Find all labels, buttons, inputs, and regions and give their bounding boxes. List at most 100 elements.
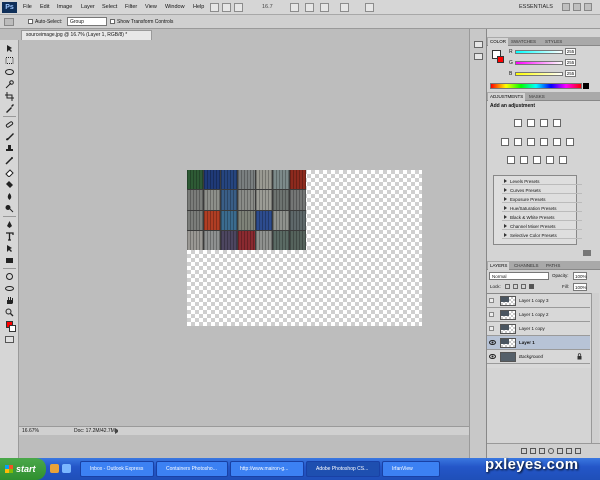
menu-file[interactable]: File <box>23 4 32 10</box>
layer-row-selected[interactable]: Layer 1 <box>487 336 590 350</box>
color-spectrum-bar[interactable] <box>490 83 582 89</box>
workspace-switcher[interactable]: ESSENTIALS <box>519 4 553 10</box>
levels-icon[interactable] <box>527 119 535 127</box>
auto-select-dropdown[interactable]: Group <box>67 17 107 26</box>
show-transform-checkbox[interactable] <box>110 19 115 24</box>
close-icon[interactable] <box>584 3 592 11</box>
black-white-icon[interactable] <box>540 138 548 146</box>
lock-pixels-icon[interactable] <box>513 284 518 289</box>
background-color-swatch[interactable] <box>9 325 16 332</box>
menu-image[interactable]: Image <box>57 4 72 10</box>
tab-adjustments[interactable]: ADJUSTMENTS <box>488 93 526 101</box>
tab-layers[interactable]: LAYERS <box>488 262 510 270</box>
quick-selection-tool-icon[interactable] <box>4 80 15 89</box>
3d-rotate-tool-icon[interactable] <box>4 272 15 281</box>
eraser-tool-icon[interactable] <box>4 168 15 177</box>
3d-orbit-tool-icon[interactable] <box>4 284 15 293</box>
status-arrow-icon[interactable] <box>115 428 119 434</box>
bridge-icon[interactable] <box>210 3 219 12</box>
add-mask-icon[interactable] <box>539 448 545 454</box>
layer-row[interactable]: Background <box>487 350 590 364</box>
minimize-icon[interactable] <box>562 3 570 11</box>
menu-edit[interactable]: Edit <box>40 4 49 10</box>
taskbar-item-browser[interactable]: http://www.mairon-g... <box>230 461 304 477</box>
menu-window[interactable]: Window <box>165 4 185 10</box>
threshold-icon[interactable] <box>533 156 541 164</box>
visibility-toggle[interactable] <box>489 326 494 331</box>
canvas-area[interactable] <box>19 40 469 426</box>
delete-layer-icon[interactable] <box>575 448 581 454</box>
taskbar-item-outlook[interactable]: Inbox - Outlook Express <box>80 461 154 477</box>
new-layer-icon[interactable] <box>566 448 572 454</box>
blue-channel-slider[interactable] <box>515 72 563 76</box>
taskbar-item-containers[interactable]: Containers Photosho... <box>156 461 228 477</box>
color-panel-bg-swatch[interactable] <box>497 56 504 63</box>
hue-saturation-icon[interactable] <box>514 138 522 146</box>
blue-channel-value[interactable]: 255 <box>565 70 576 77</box>
document-tab[interactable]: sourceimage.jpg @ 16.7% (Layer 1, RGB/8)… <box>21 30 152 40</box>
quick-launch-browser-icon[interactable] <box>50 464 59 473</box>
zoom-level[interactable]: 16.7 <box>262 4 273 10</box>
vibrance-icon[interactable] <box>501 138 509 146</box>
preset-item[interactable]: Channel Mixer Presets <box>502 223 582 230</box>
eyedropper-tool-icon[interactable] <box>4 104 15 113</box>
eye-icon[interactable] <box>489 354 496 359</box>
maximize-icon[interactable] <box>573 3 581 11</box>
red-channel-slider[interactable] <box>515 50 563 54</box>
visibility-toggle[interactable] <box>489 298 494 303</box>
tab-paths[interactable]: PATHS <box>544 262 562 270</box>
preset-item[interactable]: Exposure Presets <box>502 196 582 203</box>
document-canvas[interactable] <box>187 170 422 326</box>
tab-channels[interactable]: CHANNELS <box>512 262 541 270</box>
selective-color-icon[interactable] <box>559 156 567 164</box>
red-channel-value[interactable]: 255 <box>565 48 576 55</box>
fill-field[interactable]: 100% <box>573 283 587 291</box>
healing-brush-tool-icon[interactable] <box>4 120 15 129</box>
menu-filter[interactable]: Filter <box>125 4 137 10</box>
history-panel-icon[interactable] <box>474 41 483 48</box>
screen-mode-icon[interactable] <box>365 3 374 12</box>
invert-icon[interactable] <box>507 156 515 164</box>
path-selection-tool-icon[interactable] <box>4 244 15 253</box>
status-zoom[interactable]: 16.67% <box>22 427 39 435</box>
taskbar-item-irfanview[interactable]: IrfanView <box>382 461 440 477</box>
brush-tool-icon[interactable] <box>4 132 15 141</box>
rectangle-tool-icon[interactable] <box>4 256 15 265</box>
layers-scrollbar[interactable] <box>591 293 599 443</box>
eye-icon[interactable] <box>489 340 496 345</box>
layer-row[interactable]: Layer 1 copy 3 <box>487 294 590 308</box>
posterize-icon[interactable] <box>520 156 528 164</box>
preset-item[interactable]: Selective Color Presets <box>502 232 582 239</box>
menu-select[interactable]: Select <box>102 4 117 10</box>
gradient-map-icon[interactable] <box>546 156 554 164</box>
layer-style-icon[interactable] <box>530 448 536 454</box>
quick-mask-icon[interactable] <box>5 336 14 343</box>
adjustment-footer-icon[interactable] <box>583 250 591 256</box>
green-channel-value[interactable]: 255 <box>565 59 576 66</box>
menu-help[interactable]: Help <box>193 4 204 10</box>
lock-transparency-icon[interactable] <box>505 284 510 289</box>
auto-select-checkbox[interactable] <box>28 19 33 24</box>
zoom-icon[interactable] <box>305 3 314 12</box>
tab-masks[interactable]: MASKS <box>527 93 547 101</box>
color-balance-icon[interactable] <box>527 138 535 146</box>
new-adjustment-layer-icon[interactable] <box>548 448 554 454</box>
brightness-contrast-icon[interactable] <box>514 119 522 127</box>
lasso-tool-icon[interactable] <box>4 68 15 77</box>
lock-all-icon[interactable] <box>529 284 534 289</box>
rotate-view-icon[interactable] <box>320 3 329 12</box>
quick-launch-desktop-icon[interactable] <box>62 464 71 473</box>
layer-row[interactable]: Layer 1 copy 2 <box>487 308 590 322</box>
preset-item[interactable]: Hue/Saturation Presets <box>502 205 582 212</box>
photo-filter-icon[interactable] <box>553 138 561 146</box>
arrange-documents-icon[interactable] <box>340 3 349 12</box>
tab-swatches[interactable]: SWATCHES <box>509 38 538 46</box>
tab-styles[interactable]: STYLES <box>543 38 564 46</box>
marquee-tool-icon[interactable] <box>4 56 15 65</box>
move-tool-preset-icon[interactable] <box>4 18 14 26</box>
actions-panel-icon[interactable] <box>474 53 483 60</box>
blur-tool-icon[interactable] <box>4 192 15 201</box>
visibility-toggle[interactable] <box>489 312 494 317</box>
preset-item[interactable]: Levels Presets <box>502 178 582 185</box>
exposure-icon[interactable] <box>553 119 561 127</box>
